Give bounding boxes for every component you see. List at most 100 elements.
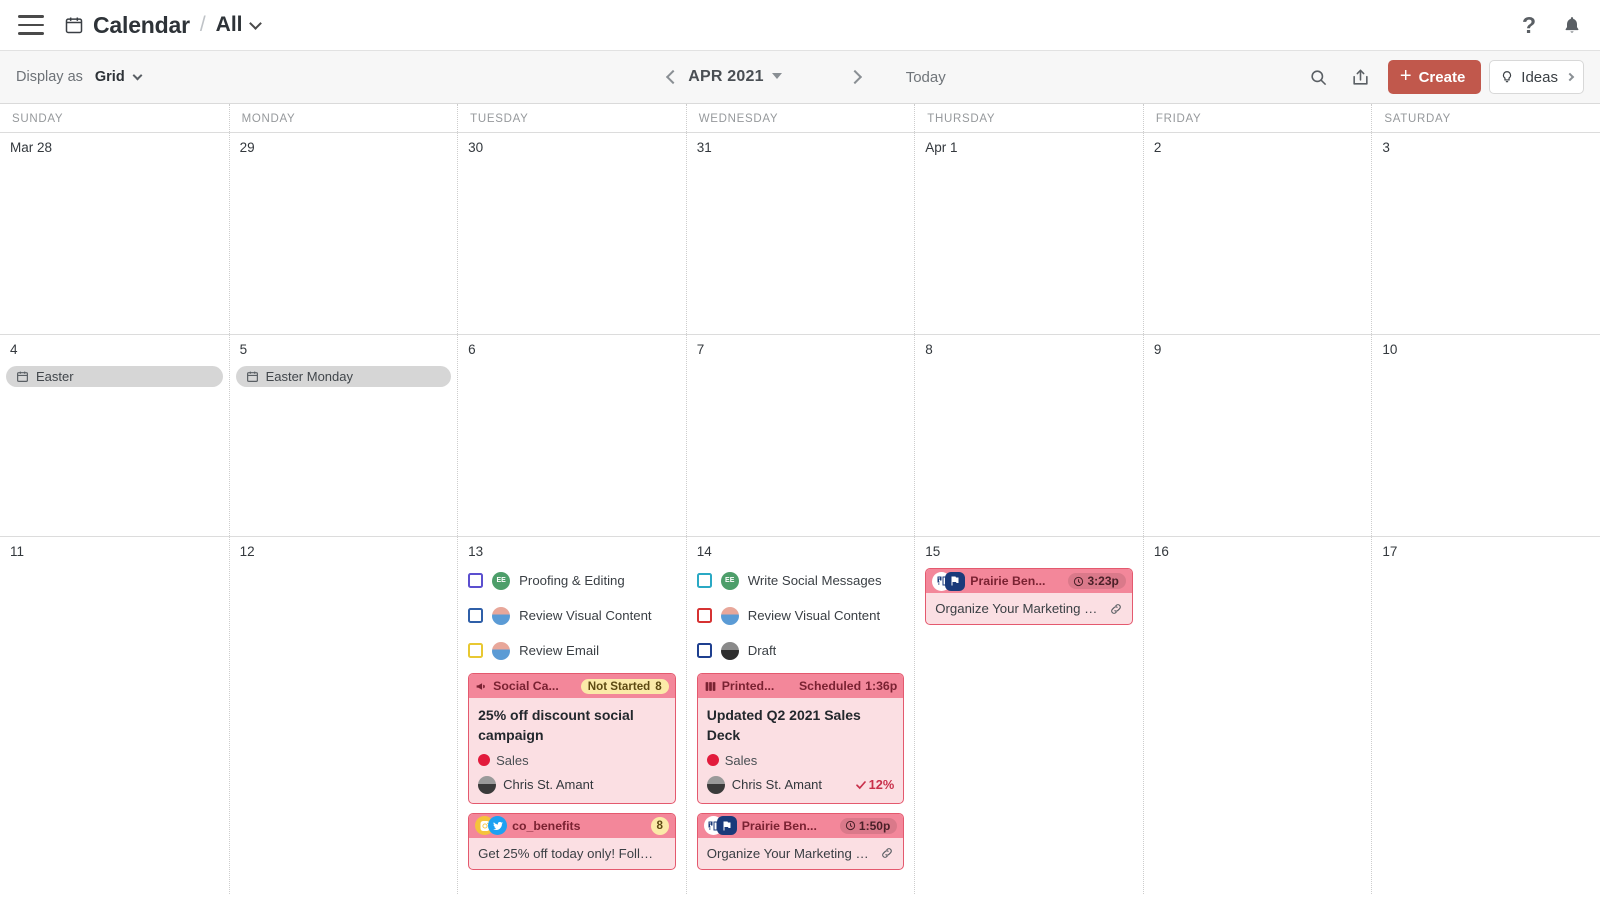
card-channel: Printed...: [721, 679, 775, 693]
day-cell[interactable]: 29: [228, 133, 458, 334]
day-cell[interactable]: 13 EE Proofing & Editing Review Visual C…: [457, 537, 686, 894]
flag-icon: [945, 571, 966, 591]
link-icon[interactable]: [880, 846, 894, 860]
help-icon[interactable]: ?: [1522, 13, 1536, 37]
task-item[interactable]: Review Visual Content: [696, 603, 905, 628]
task-checkbox[interactable]: [696, 643, 712, 658]
day-cell[interactable]: 9: [1142, 335, 1372, 536]
social-icons: [703, 816, 737, 836]
task-checkbox[interactable]: [696, 608, 712, 623]
ideas-button[interactable]: Ideas: [1489, 60, 1584, 94]
task-checkbox[interactable]: [468, 643, 484, 658]
megaphone-icon: [476, 682, 485, 690]
task-checkbox[interactable]: [468, 573, 484, 588]
post-text: Organize Your Marketing …: [706, 845, 869, 861]
status-badge: Not Started 8: [580, 678, 669, 694]
status-label: Scheduled: [798, 679, 862, 693]
day-cell[interactable]: 3: [1371, 133, 1600, 334]
day-cell[interactable]: 12: [228, 537, 458, 894]
post-text: Organize Your Marketing …: [935, 601, 1098, 616]
task-checkbox[interactable]: [696, 573, 712, 588]
ideas-button-label: Ideas: [1521, 68, 1558, 86]
day-cell[interactable]: 10: [1371, 335, 1600, 536]
day-cell[interactable]: 7: [685, 335, 915, 536]
day-number: 29: [239, 140, 255, 155]
task-item[interactable]: EE Proofing & Editing: [468, 568, 676, 593]
day-number: 30: [468, 140, 484, 155]
post-time-value: 1:50p: [858, 818, 891, 833]
day-number: 2: [1153, 140, 1162, 155]
day-cell[interactable]: Mar 28: [0, 133, 229, 334]
day-number: Apr 1: [925, 140, 958, 155]
social-post-card[interactable]: Prairie Ben... 1:50p Organize Your Marke…: [696, 812, 905, 870]
day-cell[interactable]: 31: [685, 133, 915, 334]
bell-icon[interactable]: [1562, 15, 1582, 36]
twitter-icon: [488, 816, 508, 836]
share-icon: [1353, 69, 1369, 85]
chevron-down-icon[interactable]: [248, 16, 262, 30]
day-number: 4: [10, 342, 18, 357]
task-item[interactable]: EE Write Social Messages: [696, 568, 905, 593]
task-item[interactable]: Draft: [696, 638, 905, 663]
day-number: 3: [1382, 140, 1390, 155]
card-tag: Sales: [478, 753, 666, 768]
day-cell[interactable]: 14 EE Write Social Messages Review Visua…: [685, 537, 915, 894]
day-cell[interactable]: Apr 1: [914, 133, 1143, 334]
search-button[interactable]: [1298, 60, 1340, 94]
task-checkbox[interactable]: [468, 608, 484, 623]
tag-label: Sales: [496, 752, 529, 768]
hamburger-menu-icon[interactable]: [18, 15, 44, 35]
display-as-label: Display as: [16, 69, 83, 85]
workspace-selector-label[interactable]: All: [216, 13, 243, 37]
task-item[interactable]: Review Email: [468, 638, 676, 663]
calendar-week-row: 4 Easter 5 Easter Monday 6 7 8 9 10: [0, 334, 1600, 536]
task-label: Review Visual Content: [519, 608, 652, 623]
campaign-card[interactable]: Social Ca... Not Started 8 25% off disco…: [468, 673, 676, 804]
holiday-event[interactable]: Easter Monday: [235, 366, 452, 387]
today-button[interactable]: Today: [906, 69, 946, 86]
card-assignee: Chris St. Amant: [478, 775, 666, 794]
day-cell[interactable]: 8: [914, 335, 1143, 536]
chevron-down-icon[interactable]: [771, 73, 782, 79]
day-cell[interactable]: 16: [1142, 537, 1372, 894]
holiday-event[interactable]: Easter: [6, 366, 223, 387]
create-button[interactable]: + Create: [1387, 60, 1482, 94]
social-account: co_benefits: [512, 818, 581, 833]
deck-card[interactable]: Printed... Scheduled 1:36p Updated Q2 20…: [696, 673, 905, 804]
day-cell[interactable]: 5 Easter Monday: [228, 335, 458, 536]
next-month-button[interactable]: [840, 60, 874, 94]
period-navigator: APR 2021 Today: [580, 60, 1020, 94]
card-title: Updated Q2 2021 Sales Deck: [706, 707, 861, 743]
prev-month-button[interactable]: [654, 60, 688, 94]
weekday-wednesday: WEDNESDAY: [685, 104, 915, 132]
current-month-label[interactable]: APR 2021: [688, 68, 763, 86]
card-header: Printed... Scheduled 1:36p: [697, 674, 904, 698]
social-post-card[interactable]: Prairie Ben... 3:23p Organize Your Marke…: [925, 568, 1133, 625]
task-label: Proofing & Editing: [519, 573, 625, 588]
day-cell[interactable]: 11: [0, 537, 229, 894]
day-cell[interactable]: 17: [1371, 537, 1600, 894]
day-cell[interactable]: 4 Easter: [0, 335, 229, 536]
create-button-label: Create: [1418, 68, 1466, 86]
tag-dot-icon: [478, 754, 491, 767]
post-time-value: 3:23p: [1087, 574, 1119, 588]
link-icon[interactable]: [1109, 602, 1123, 616]
holiday-label: Easter: [36, 369, 74, 384]
day-cell[interactable]: 15 Prairie Ben... 3:23p Organize Your Ma…: [914, 537, 1143, 894]
calendar-week-row: Mar 28 29 30 31 Apr 1 2 3: [0, 132, 1600, 334]
avatar: [492, 641, 511, 660]
day-cell[interactable]: 6: [457, 335, 686, 536]
weekday-friday: FRIDAY: [1142, 104, 1372, 132]
share-button[interactable]: [1340, 60, 1382, 94]
task-item[interactable]: Review Visual Content: [468, 603, 676, 628]
chevron-down-icon[interactable]: [132, 70, 143, 81]
day-number: 13: [468, 544, 484, 559]
social-post-card[interactable]: co_benefits 8 Get 25% off today only! Fo…: [468, 812, 676, 870]
assignee-name: Chris St. Amant: [503, 777, 594, 793]
day-cell[interactable]: 2: [1142, 133, 1372, 334]
day-cell[interactable]: 30: [457, 133, 686, 334]
day-number: 7: [696, 342, 705, 357]
display-mode-value[interactable]: Grid: [95, 69, 125, 85]
card-header: Social Ca... Not Started 8: [469, 674, 675, 698]
weekday-tuesday: TUESDAY: [457, 104, 686, 132]
